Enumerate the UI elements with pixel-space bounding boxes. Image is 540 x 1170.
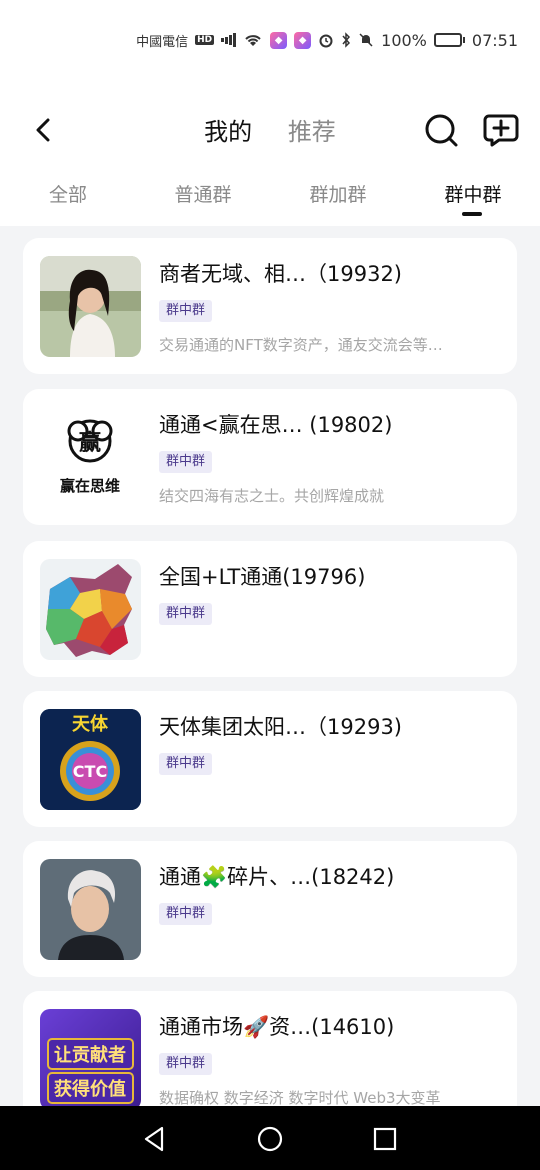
hd-badge: HD — [195, 35, 215, 45]
tab-group-plus-group[interactable]: 群加群 — [278, 180, 398, 207]
status-bar: 中國電信 HD ◆ ◆ 100% 07:51 — [0, 0, 540, 80]
carrier-label: 中國電信 — [136, 34, 189, 50]
poster-line-2: 获得价值 — [54, 1078, 126, 1100]
signal-icon — [221, 33, 237, 47]
list-item[interactable]: 让贡献者 获得价值 通通市场🚀资…(14610) 群中群 数据确权 数字经济 数… — [23, 991, 517, 1106]
mute-bell-icon — [358, 32, 374, 48]
list-item[interactable]: 通通🧩碎片、…(18242) 群中群 — [23, 841, 517, 977]
group-type-badge: 群中群 — [159, 1053, 213, 1075]
nav-recents-icon — [373, 1127, 397, 1151]
battery-percent: 100% — [381, 30, 427, 50]
list-item[interactable]: CTC 天体 天体集团太阳…（19293) 群中群 — [23, 691, 517, 827]
nav-home-icon — [257, 1126, 283, 1152]
poster-title: 天体 — [72, 713, 109, 735]
search-button[interactable] — [423, 112, 459, 148]
alarm-icon — [318, 32, 334, 48]
battery-icon — [433, 33, 465, 47]
group-type-badge: 群中群 — [159, 451, 213, 473]
group-title: 通通🧩碎片、…(18242) — [159, 865, 395, 889]
group-avatar — [40, 859, 141, 960]
add-group-button[interactable] — [483, 112, 519, 148]
group-description: 交易通通的NFT数字资产，通友交流会等… — [159, 336, 443, 354]
nav-back-button[interactable] — [140, 1124, 170, 1154]
tab-normal-group[interactable]: 普通群 — [143, 180, 263, 207]
group-type-badge: 群中群 — [159, 300, 213, 322]
add-group-chat-icon — [483, 114, 519, 147]
tab-mine[interactable]: 我的 — [204, 112, 252, 147]
group-title: 通通<赢在思… (19802) — [159, 413, 393, 437]
app-badge-icon: ◆ — [294, 31, 312, 49]
group-avatar: 赢 赢在思维 — [40, 407, 141, 508]
group-type-badge: 群中群 — [159, 603, 213, 625]
nav-home-button[interactable] — [255, 1124, 285, 1154]
group-type-badge: 群中群 — [159, 903, 213, 925]
tab-recommend[interactable]: 推荐 — [288, 112, 336, 147]
wifi-icon — [243, 32, 263, 48]
coin-label: CTC — [73, 762, 107, 781]
poster-line-1: 让贡献者 — [54, 1044, 126, 1066]
logo-caption: 赢在思维 — [60, 477, 120, 495]
tab-group-in-group[interactable]: 群中群 — [413, 180, 533, 207]
group-description: 数据确权 数字经济 数字时代 Web3大变革 — [159, 1089, 441, 1106]
system-nav-bar — [0, 1106, 540, 1170]
top-tabs: 我的 推荐 — [0, 112, 540, 147]
list-item[interactable]: 商者无域、相…（19932) 群中群 交易通通的NFT数字资产，通友交流会等… — [23, 238, 517, 374]
group-title: 天体集团太阳…（19293) — [159, 715, 402, 739]
tab-all[interactable]: 全部 — [8, 180, 128, 207]
group-avatar — [40, 256, 141, 357]
group-title: 通通市场🚀资…(14610) — [159, 1015, 395, 1039]
group-list: 商者无域、相…（19932) 群中群 交易通通的NFT数字资产，通友交流会等… … — [0, 226, 540, 1106]
search-icon — [425, 114, 458, 147]
group-avatar — [40, 559, 141, 660]
group-description: 结交四海有志之士。共创辉煌成就 — [159, 487, 385, 505]
group-type-badge: 群中群 — [159, 753, 213, 775]
clock: 07:51 — [471, 30, 518, 50]
app-badge-icon: ◆ — [270, 31, 288, 49]
logo-glyph: 赢 — [79, 430, 101, 456]
group-avatar: CTC 天体 — [40, 709, 141, 810]
list-item[interactable]: 赢 赢在思维 通通<赢在思… (19802) 群中群 结交四海有志之士。共创辉煌… — [23, 389, 517, 525]
group-title: 全国+LT通通(19796) — [159, 565, 366, 589]
active-tab-indicator — [462, 212, 482, 216]
bluetooth-icon — [341, 32, 351, 48]
nav-back-icon — [144, 1126, 164, 1152]
group-avatar: 让贡献者 获得价值 — [40, 1009, 141, 1106]
list-item[interactable]: 全国+LT通通(19796) 群中群 — [23, 541, 517, 677]
category-tabs: 全部 普通群 群加群 群中群 — [0, 170, 540, 226]
header: 我的 推荐 — [0, 80, 540, 180]
nav-recents-button[interactable] — [370, 1124, 400, 1154]
group-title: 商者无域、相…（19932) — [159, 262, 402, 286]
